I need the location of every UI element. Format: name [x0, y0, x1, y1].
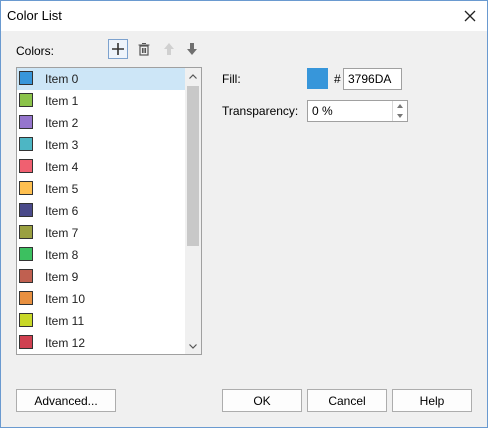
list-item-label: Item 10 [45, 292, 86, 306]
list-item-label: Item 12 [45, 336, 86, 350]
transparency-spinner[interactable] [392, 101, 407, 121]
list-item[interactable]: Item 3 [17, 134, 185, 156]
color-swatch [19, 225, 33, 239]
list-item-label: Item 6 [45, 204, 79, 218]
spin-up-icon [397, 104, 403, 108]
delete-button[interactable] [134, 39, 154, 59]
color-list-rows: Item 0 Item 1 Item 2 Item 3 Item 4 Item 5 Item… [17, 68, 185, 354]
advanced-button[interactable]: Advanced... [16, 389, 116, 412]
list-item[interactable]: Item 11 [17, 310, 185, 332]
fill-label: Fill: [222, 72, 241, 86]
list-item[interactable]: Item 8 [17, 244, 185, 266]
list-item[interactable]: Item 10 [17, 288, 185, 310]
list-scrollbar[interactable] [185, 68, 201, 354]
close-icon [464, 10, 476, 22]
list-item-label: Item 0 [45, 72, 79, 86]
close-button[interactable] [457, 4, 483, 28]
fill-color-swatch[interactable] [307, 68, 328, 89]
spin-up-button[interactable] [393, 101, 407, 111]
list-item[interactable]: Item 1 [17, 90, 185, 112]
color-swatch [19, 71, 33, 85]
list-item[interactable]: Item 2 [17, 112, 185, 134]
list-item[interactable]: Item 0 [17, 68, 185, 90]
add-button[interactable] [108, 39, 128, 59]
chevron-down-icon [189, 343, 197, 349]
list-item[interactable]: Item 6 [17, 200, 185, 222]
list-item[interactable]: Item 7 [17, 222, 185, 244]
hash-symbol: # [334, 72, 341, 86]
color-swatch [19, 181, 33, 195]
move-down-button[interactable] [182, 39, 202, 59]
list-item[interactable]: Item 5 [17, 178, 185, 200]
move-up-button[interactable] [159, 39, 179, 59]
list-item-label: Item 4 [45, 160, 79, 174]
list-item-label: Item 5 [45, 182, 79, 196]
list-item[interactable]: Item 12 [17, 332, 185, 354]
move-up-icon [164, 43, 174, 55]
spin-down-button[interactable] [393, 111, 407, 121]
delete-icon [138, 42, 150, 56]
list-item-label: Item 7 [45, 226, 79, 240]
color-swatch [19, 115, 33, 129]
title-bar: Color List [1, 1, 487, 31]
list-item-label: Item 3 [45, 138, 79, 152]
color-swatch [19, 269, 33, 283]
list-item-label: Item 9 [45, 270, 79, 284]
chevron-up-icon [189, 73, 197, 79]
list-item-label: Item 8 [45, 248, 79, 262]
transparency-value: 0 % [312, 104, 333, 118]
color-swatch [19, 335, 33, 349]
transparency-input[interactable]: 0 % [307, 100, 408, 122]
color-swatch [19, 203, 33, 217]
list-item[interactable]: Item 4 [17, 156, 185, 178]
color-swatch [19, 93, 33, 107]
color-swatch [19, 247, 33, 261]
color-list-dialog: Color List Colors: Item 0 Item 1 Item 2 Ite… [0, 0, 488, 428]
list-item-label: Item 11 [45, 314, 85, 328]
ok-button[interactable]: OK [222, 389, 302, 412]
color-swatch [19, 137, 33, 151]
color-swatch [19, 313, 33, 327]
dialog-title: Color List [7, 8, 62, 23]
colors-label: Colors: [16, 44, 55, 58]
fill-hex-input[interactable]: 3796DA [343, 68, 402, 90]
transparency-label: Transparency: [222, 104, 299, 118]
cancel-button[interactable]: Cancel [307, 389, 387, 412]
scroll-up-button[interactable] [185, 68, 201, 84]
scroll-thumb[interactable] [187, 86, 199, 246]
list-item-label: Item 1 [45, 94, 79, 108]
scroll-down-button[interactable] [185, 338, 201, 354]
color-list[interactable]: Item 0 Item 1 Item 2 Item 3 Item 4 Item 5 Item… [16, 67, 202, 355]
help-button[interactable]: Help [392, 389, 472, 412]
color-swatch [19, 159, 33, 173]
color-swatch [19, 291, 33, 305]
add-icon [112, 43, 124, 55]
list-item[interactable]: Item 9 [17, 266, 185, 288]
move-down-icon [187, 43, 197, 55]
spin-down-icon [397, 114, 403, 118]
list-item-label: Item 2 [45, 116, 79, 130]
